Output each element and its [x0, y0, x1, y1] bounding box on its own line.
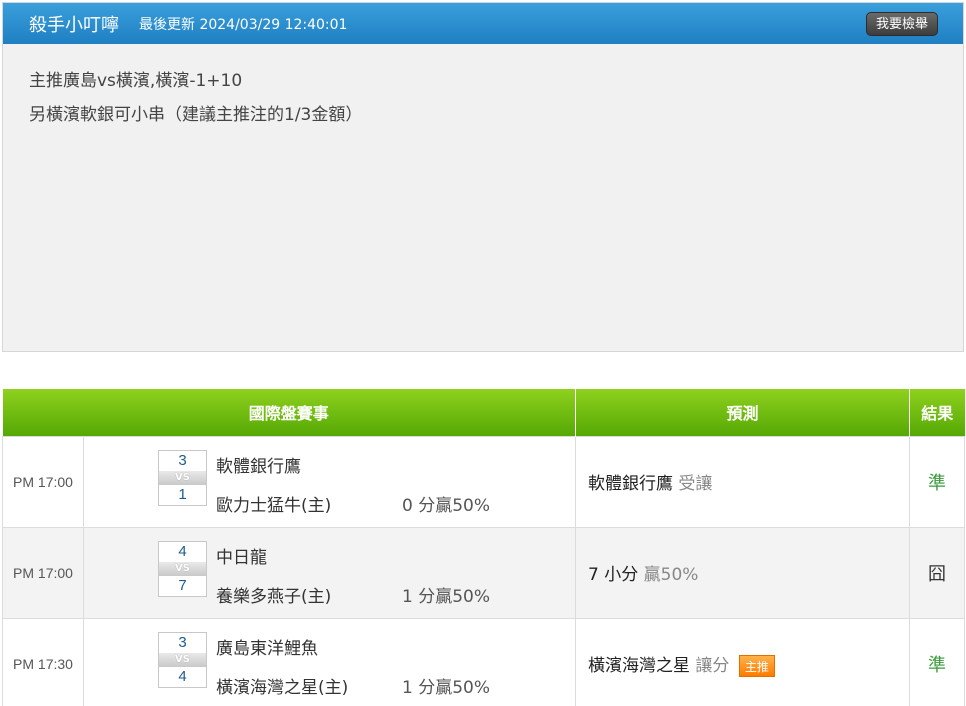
team-home: 軟體銀行鷹	[216, 457, 301, 477]
match-row: PM 17:30 3 VS 4 廣島東洋鯉魚 橫濱海灣之星(主) 1 分贏50%	[2, 617, 966, 706]
tip-card-body: 主推廣島vs橫濱,橫濱-1+10 另橫濱軟銀可小串（建議主推注的1/3金額）	[3, 44, 963, 152]
match-time: PM 17:30	[2, 617, 84, 706]
team-away: 歐力士猛牛(主)	[216, 496, 332, 516]
handicap-line: 0 分贏50%	[402, 496, 491, 516]
team-home: 中日龍	[216, 548, 267, 568]
scoreboard: 3 VS 4	[158, 632, 207, 688]
prediction-cell: 橫濱海灣之星 讓分 主推	[575, 617, 911, 706]
match-time: PM 17:00	[2, 435, 84, 528]
score-away: 1	[178, 486, 187, 503]
prediction-type: 讓分	[695, 655, 730, 676]
header-result: 結果	[909, 389, 965, 436]
score-away: 4	[178, 668, 187, 685]
team-home: 廣島東洋鯉魚	[216, 639, 318, 659]
vs-label: VS	[159, 471, 206, 485]
vs-label: VS	[159, 562, 206, 576]
team-away: 養樂多燕子(主)	[216, 587, 332, 607]
prediction-cell: 7 小分 贏50%	[575, 526, 911, 619]
score-home: 3	[178, 452, 187, 469]
prediction-type: 贏50%	[643, 565, 699, 585]
handicap-line: 1 分贏50%	[402, 678, 491, 698]
report-button[interactable]: 我要檢舉	[865, 12, 938, 36]
score-home: 3	[178, 634, 187, 651]
result-cell: 準	[909, 435, 966, 528]
page: 殺手小叮嚀 最後更新 2024/03/29 12:40:01 我要檢舉 主推廣島…	[0, 0, 966, 706]
vs-label: VS	[159, 653, 206, 667]
match-row: PM 17:00 4 VS 7 中日龍 養樂多燕子(主) 1 分贏50% 7 小…	[2, 526, 966, 619]
scoreboard: 3 VS 1	[158, 450, 207, 506]
result-cell: 準	[909, 617, 966, 706]
prediction-cell: 軟體銀行鷹 受讓	[575, 435, 911, 528]
header-prediction: 預測	[575, 389, 910, 436]
team-away: 橫濱海灣之星(主)	[216, 678, 349, 698]
tip-line: 主推廣島vs橫濱,橫濱-1+10	[29, 71, 243, 91]
matches-table: 國際盤賽事 預測 結果 PM 17:00 3 VS 1 軟體銀行鷹 歐力士猛牛(…	[2, 389, 966, 706]
match-cell: 3 VS 1 軟體銀行鷹 歐力士猛牛(主) 0 分贏50%	[82, 435, 577, 528]
score-home: 4	[178, 543, 187, 560]
featured-pick-badge: 主推	[738, 654, 775, 677]
score-away: 7	[178, 577, 187, 594]
header-match: 國際盤賽事	[2, 389, 576, 436]
tip-line: 另橫濱軟銀可小串（建議主推注的1/3金額）	[29, 105, 363, 125]
result-cell: 囧	[909, 526, 966, 619]
prediction-pick: 軟體銀行鷹	[588, 474, 674, 494]
tip-card: 殺手小叮嚀 最後更新 2024/03/29 12:40:01 我要檢舉 主推廣島…	[2, 2, 964, 352]
scoreboard: 4 VS 7	[158, 541, 207, 597]
handicap-line: 1 分贏50%	[402, 587, 491, 607]
prediction-type: 受讓	[678, 474, 713, 494]
prediction-pick: 7 小分	[588, 565, 639, 585]
last-updated: 最後更新 2024/03/29 12:40:01	[139, 16, 348, 33]
tip-card-header: 殺手小叮嚀 最後更新 2024/03/29 12:40:01 我要檢舉	[3, 3, 963, 44]
match-cell: 4 VS 7 中日龍 養樂多燕子(主) 1 分贏50%	[82, 526, 577, 619]
match-time: PM 17:00	[2, 526, 84, 619]
prediction-pick: 橫濱海灣之星	[588, 655, 691, 676]
match-row: PM 17:00 3 VS 1 軟體銀行鷹 歐力士猛牛(主) 0 分贏50% 軟…	[2, 435, 966, 528]
tip-card-title: 殺手小叮嚀	[29, 14, 119, 36]
match-cell: 3 VS 4 廣島東洋鯉魚 橫濱海灣之星(主) 1 分贏50%	[82, 617, 577, 706]
